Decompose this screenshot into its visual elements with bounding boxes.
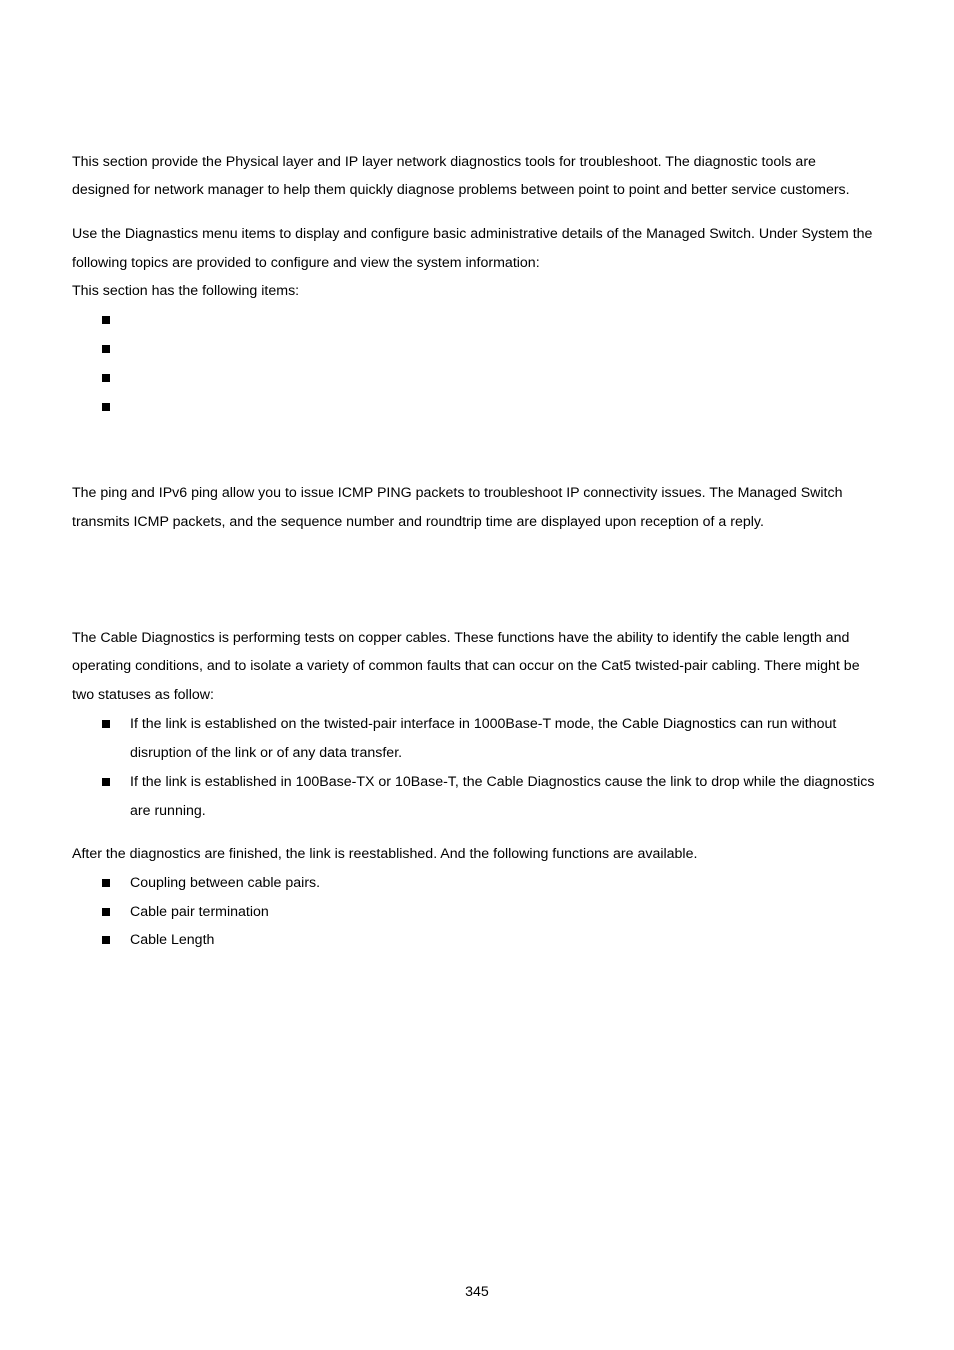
- diagnostics-menu-paragraph-line: Use the Diagnastics menu items to displa…: [72, 226, 873, 242]
- function-item-label: Cable Length: [130, 932, 215, 948]
- cable-diagnostics-paragraph-line: operating conditions, and to isolate a v…: [72, 658, 860, 674]
- status-item-line: disruption of the link or of any data tr…: [130, 745, 403, 761]
- page-number: 345: [465, 1284, 489, 1300]
- after-diagnostics-text: After the diagnostics are finished, the …: [72, 846, 698, 862]
- ping-paragraph-line: transmits ICMP packets, and the sequence…: [72, 514, 764, 530]
- intro-paragraph-line: designed for network manager to help the…: [72, 182, 850, 198]
- square-bullet-icon: [102, 778, 110, 786]
- cable-diagnostics-paragraph-line: two statuses as follow:: [72, 687, 214, 703]
- diagnostics-menu-paragraph-line: following topics are provided to configu…: [72, 255, 540, 271]
- status-item-line: If the link is established in 100Base-TX…: [130, 774, 875, 790]
- intro-paragraph-line: This section provide the Physical layer …: [72, 154, 816, 170]
- square-bullet-icon: [102, 720, 110, 728]
- square-bullet-icon: [102, 936, 110, 944]
- square-bullet-icon: [102, 403, 110, 411]
- square-bullet-icon: [102, 316, 110, 324]
- function-item-label: Cable pair termination: [130, 904, 269, 920]
- cable-diagnostics-paragraph-line: The Cable Diagnostics is performing test…: [72, 630, 850, 646]
- ping-paragraph-line: The ping and IPv6 ping allow you to issu…: [72, 485, 843, 501]
- square-bullet-icon: [102, 879, 110, 887]
- function-item-label: Coupling between cable pairs.: [130, 875, 321, 891]
- status-item-line: If the link is established on the twiste…: [130, 716, 837, 732]
- square-bullet-icon: [102, 374, 110, 382]
- status-item-line: are running.: [130, 803, 206, 819]
- items-intro-text: This section has the following items:: [72, 283, 300, 299]
- square-bullet-icon: [102, 908, 110, 916]
- square-bullet-icon: [102, 345, 110, 353]
